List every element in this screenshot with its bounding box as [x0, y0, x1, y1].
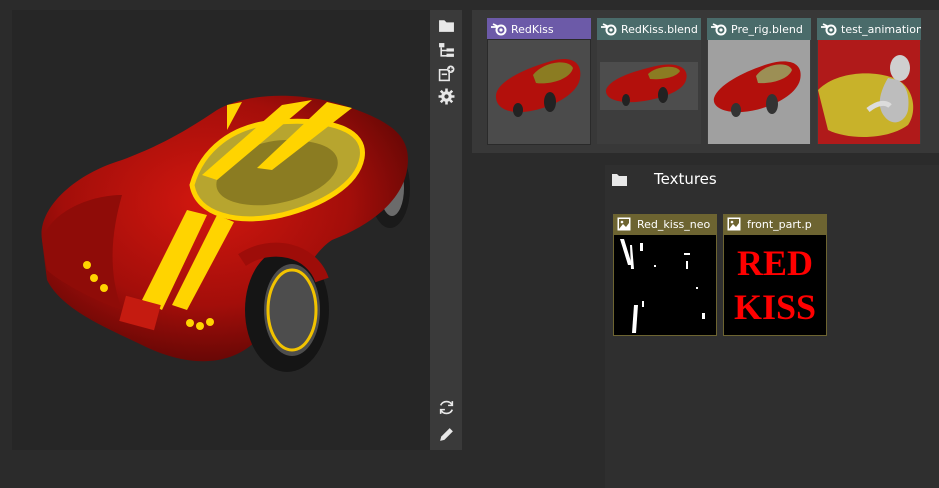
texture-name: Red_kiss_neo	[637, 217, 711, 231]
file-card-redkiss-blend[interactable]: RedKiss.blend	[597, 18, 701, 144]
refresh-icon[interactable]	[430, 396, 462, 418]
file-card-test-animation[interactable]: test_animation.	[817, 18, 921, 144]
blender-icon	[601, 23, 617, 36]
textures-title: Textures	[654, 170, 717, 188]
texture-card-red-kiss-neo[interactable]: Red_kiss_neo	[613, 214, 717, 336]
image-icon	[617, 217, 631, 231]
folder-icon[interactable]	[430, 14, 462, 36]
settings-gear-icon[interactable]	[430, 85, 462, 107]
texture-card-header: front_part.p	[723, 214, 827, 234]
texture-preview	[614, 235, 716, 335]
texture-name: front_part.p	[747, 217, 812, 231]
car-render	[41, 95, 410, 372]
file-thumbnail	[487, 39, 591, 145]
file-thumbnail	[598, 40, 700, 144]
file-card-header: RedKiss	[487, 18, 591, 40]
image-icon	[727, 217, 741, 231]
folder-icon	[612, 173, 627, 186]
files-panel: RedKiss RedKiss.blend Pre_rig.blend test…	[472, 10, 939, 153]
textures-header[interactable]: Textures	[605, 165, 939, 193]
file-thumbnail	[708, 40, 810, 144]
file-thumbnail	[818, 40, 920, 144]
file-card-redkiss[interactable]: RedKiss	[487, 18, 591, 145]
texture-card-header: Red_kiss_neo	[613, 214, 717, 234]
blender-icon	[821, 23, 837, 36]
edit-pencil-icon[interactable]	[430, 423, 462, 445]
texture-card-front-part[interactable]: front_part.p RED KISS	[723, 214, 827, 336]
hierarchy-icon[interactable]	[430, 39, 462, 61]
3d-viewport[interactable]	[12, 10, 430, 450]
file-card-header: test_animation.	[817, 18, 921, 40]
file-card-header: Pre_rig.blend	[707, 18, 811, 40]
file-name: Pre_rig.blend	[731, 22, 803, 36]
file-name: RedKiss.blend	[621, 22, 698, 36]
add-item-icon[interactable]	[430, 62, 462, 84]
blender-icon	[711, 23, 727, 36]
file-name: test_animation.	[841, 22, 921, 36]
texture-preview-text-red: RED	[737, 243, 813, 283]
texture-preview: RED KISS	[724, 235, 826, 335]
texture-preview-text-kiss: KISS	[734, 287, 816, 327]
blender-icon	[491, 23, 507, 36]
file-card-header: RedKiss.blend	[597, 18, 701, 40]
textures-panel: Textures Red_kiss_neo front_part.p RED K…	[605, 165, 939, 488]
file-card-pre-rig-blend[interactable]: Pre_rig.blend	[707, 18, 811, 144]
file-name: RedKiss	[511, 22, 554, 36]
side-toolbar	[430, 10, 462, 450]
